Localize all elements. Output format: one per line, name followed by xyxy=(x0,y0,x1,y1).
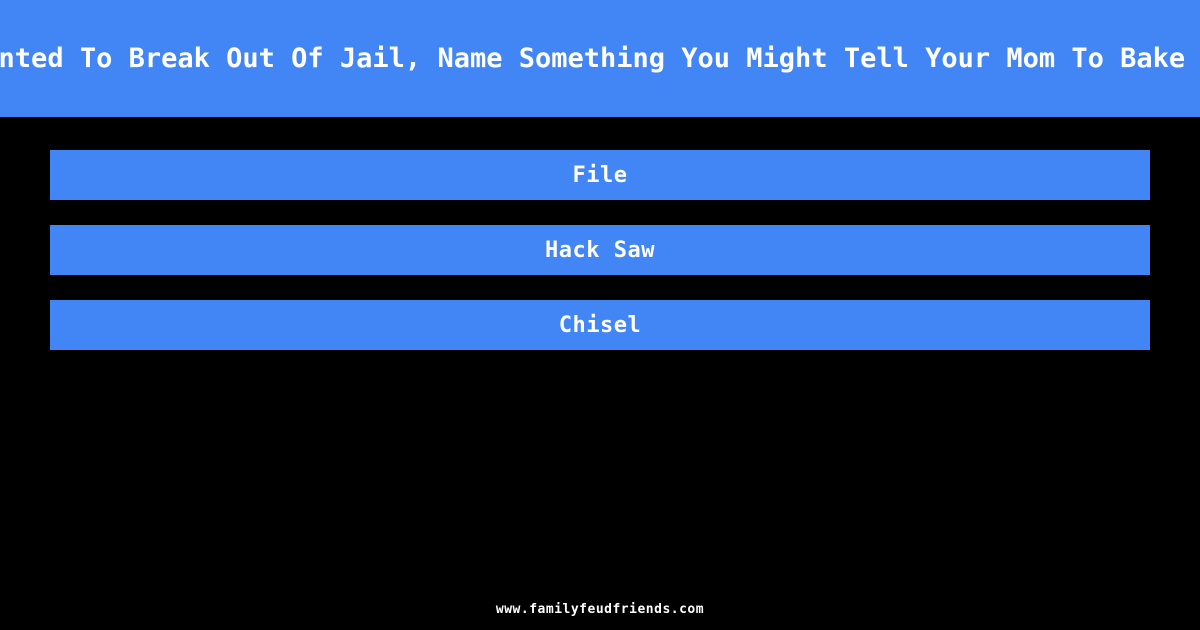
footer-site-url: www.familyfeudfriends.com xyxy=(495,602,705,617)
answer-list: File Hack Saw Chisel xyxy=(50,150,1150,375)
answer-bar-3[interactable]: Chisel xyxy=(50,300,1150,350)
answer-label-3: Chisel xyxy=(558,312,642,338)
answer-label-2: Hack Saw xyxy=(545,237,655,263)
answer-bar-1[interactable]: File xyxy=(50,150,1150,200)
question-text: If You Wanted To Break Out Of Jail, Name… xyxy=(0,43,1200,74)
question-banner: If You Wanted To Break Out Of Jail, Name… xyxy=(0,0,1200,117)
answer-bar-2[interactable]: Hack Saw xyxy=(50,225,1150,275)
footer: www.familyfeudfriends.com xyxy=(0,598,1200,617)
answer-label-1: File xyxy=(572,162,628,188)
